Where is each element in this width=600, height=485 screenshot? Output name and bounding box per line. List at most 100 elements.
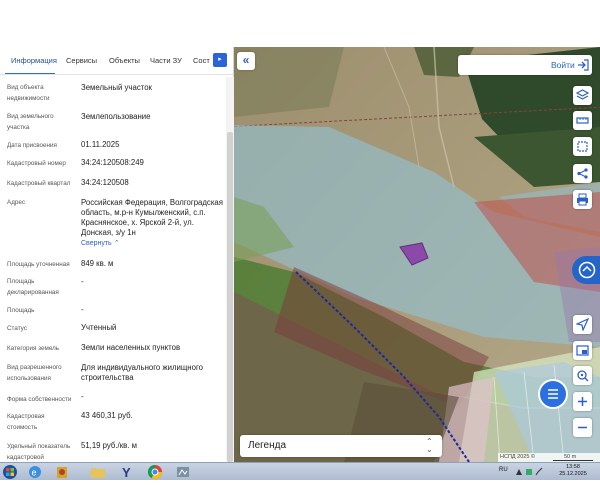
- row-value: 849 кв. м: [81, 259, 114, 268]
- taskbar-app-games[interactable]: [54, 464, 76, 480]
- row-label: Вид разрешенного использования: [7, 364, 62, 382]
- info-panel: Информация Сервисы Объекты Части ЗУ Сост…: [0, 47, 234, 462]
- legend-label: Легенда: [248, 440, 287, 451]
- collapse-link[interactable]: Свернуть: [81, 240, 112, 247]
- tray-icons[interactable]: [514, 467, 546, 477]
- row-label: Вид объекта недвижимости: [7, 84, 50, 102]
- yandex-icon: Y: [122, 465, 131, 480]
- ruler-icon: [576, 117, 589, 124]
- taskbar-app-yandex[interactable]: Y: [119, 464, 141, 480]
- app-icon: [177, 467, 189, 477]
- assistant-button[interactable]: [572, 256, 600, 284]
- chevron-up-icon[interactable]: ⌃: [114, 240, 120, 247]
- locate-icon: [576, 318, 589, 331]
- taskbar-app-ie[interactable]: e: [27, 464, 49, 480]
- row-value: Земли населенных пунктов: [81, 343, 181, 352]
- row-value: 34:24:120508: [81, 178, 129, 187]
- row-label: Дата присвоения: [7, 142, 57, 149]
- keyboard-language[interactable]: RU: [499, 467, 508, 473]
- taskbar-app-chrome[interactable]: [147, 464, 169, 480]
- list-icon: [548, 389, 558, 399]
- row-value: 51,19 руб./кв. м: [81, 441, 137, 450]
- row-value: 34:24:120508:249: [81, 158, 144, 167]
- row-label: Вид земельного участка: [7, 113, 54, 131]
- info-rows: Вид объекта недвижимости Земельный участ…: [0, 77, 226, 462]
- clock-time: 13:58: [566, 464, 580, 470]
- windows-start-icon: [3, 465, 17, 479]
- chevron-right-icon[interactable]: ▸: [213, 53, 227, 67]
- row-value: -: [81, 392, 84, 401]
- row-label: Статус: [7, 325, 27, 332]
- row-label: Удельный показатель кадастровой: [7, 443, 71, 461]
- svg-text:Y: Y: [122, 465, 131, 480]
- layers-button[interactable]: [573, 86, 592, 105]
- tab-objects[interactable]: Объекты: [109, 56, 140, 65]
- scale-label: 50 m: [564, 454, 577, 460]
- clock-date: 25.12.2025: [559, 471, 587, 477]
- zoom-out-button[interactable]: [573, 418, 592, 437]
- row-value: Для индивидуального жилищного строительс…: [81, 363, 203, 382]
- row-value: Учтенный: [81, 323, 117, 332]
- layers-icon: [576, 89, 589, 100]
- locate-button[interactable]: [573, 315, 592, 334]
- zoom-in-button[interactable]: [573, 392, 592, 411]
- row-value: -: [81, 277, 84, 286]
- double-chevron-left-icon[interactable]: «: [237, 52, 255, 70]
- row-label: Категория земель: [7, 345, 60, 352]
- tab-services[interactable]: Сервисы: [66, 56, 97, 65]
- scrollbar-thumb[interactable]: [227, 132, 233, 462]
- select-area-icon: [577, 141, 588, 152]
- assistant-icon: [578, 261, 596, 279]
- panel-scrollbar[interactable]: [226, 77, 234, 462]
- login-arrow-icon: [578, 59, 589, 71]
- share-icon: [577, 168, 588, 179]
- legend-dropdown[interactable]: Легенда ⌃ ⌄: [240, 435, 442, 457]
- clock[interactable]: 13:58 25.12.2025: [553, 464, 593, 478]
- print-icon: [577, 193, 588, 206]
- row-label: Форма собственности: [7, 396, 72, 403]
- share-button[interactable]: [573, 164, 592, 183]
- print-button[interactable]: [573, 190, 592, 209]
- start-button[interactable]: [2, 464, 24, 480]
- taskbar-app-misc[interactable]: [175, 464, 197, 480]
- row-value: Земельный участок: [81, 83, 152, 92]
- taskbar-app-explorer[interactable]: [90, 464, 112, 480]
- app-icon: [57, 467, 67, 478]
- tab-composition[interactable]: Сост: [193, 56, 210, 65]
- taskbar: e Y RU 13:58 25.12.2025: [0, 462, 600, 480]
- search-location-icon: [577, 370, 589, 382]
- basemap-button[interactable]: [573, 341, 592, 360]
- expand-collapse-icon: ⌃ ⌄: [426, 437, 433, 454]
- basemap-icon: [576, 345, 589, 356]
- scale-line: [553, 460, 593, 461]
- folder-icon: [91, 468, 105, 478]
- map-attribution: НСПД 2025 ©: [500, 454, 535, 460]
- row-value: Землепользование: [81, 112, 151, 121]
- zoom-out-icon: [578, 426, 587, 429]
- chrome-icon: [148, 465, 162, 479]
- tab-information[interactable]: Информация: [11, 56, 57, 65]
- row-value: 43 460,31 руб.: [81, 411, 133, 420]
- tab-parcel-parts[interactable]: Части ЗУ: [150, 56, 182, 65]
- row-label: Площадь уточненная: [7, 261, 70, 268]
- ruler-button[interactable]: [573, 111, 592, 130]
- menu-fab-button[interactable]: [538, 379, 568, 409]
- login-button[interactable]: Войти: [551, 60, 575, 70]
- row-label: Площадь: [7, 307, 35, 314]
- row-label: Кадастровый номер: [7, 160, 66, 167]
- row-label: Адрес: [7, 199, 26, 206]
- row-label: Площадь декларированная: [7, 278, 59, 296]
- select-area-button[interactable]: [573, 137, 592, 156]
- address-collapse-row: Свернуть ⌃: [81, 238, 227, 249]
- address-value: Российская Федерация, Волгоградская обла…: [81, 198, 223, 237]
- panel-tabs: Информация Сервисы Объекты Части ЗУ Сост…: [0, 47, 233, 75]
- map-scale-bar: НСПД 2025 © 50 m: [498, 453, 600, 462]
- row-label: Кадастровая стоимость: [7, 413, 45, 431]
- search-location-button[interactable]: [573, 366, 592, 385]
- active-tab-indicator: [5, 73, 55, 74]
- row-label: Кадастровый квартал: [7, 180, 71, 187]
- login-bar[interactable]: Войти: [458, 55, 592, 75]
- svg-text:e: e: [32, 468, 37, 478]
- zoom-in-icon: [578, 397, 587, 406]
- row-value: 01.11.2025: [81, 140, 120, 149]
